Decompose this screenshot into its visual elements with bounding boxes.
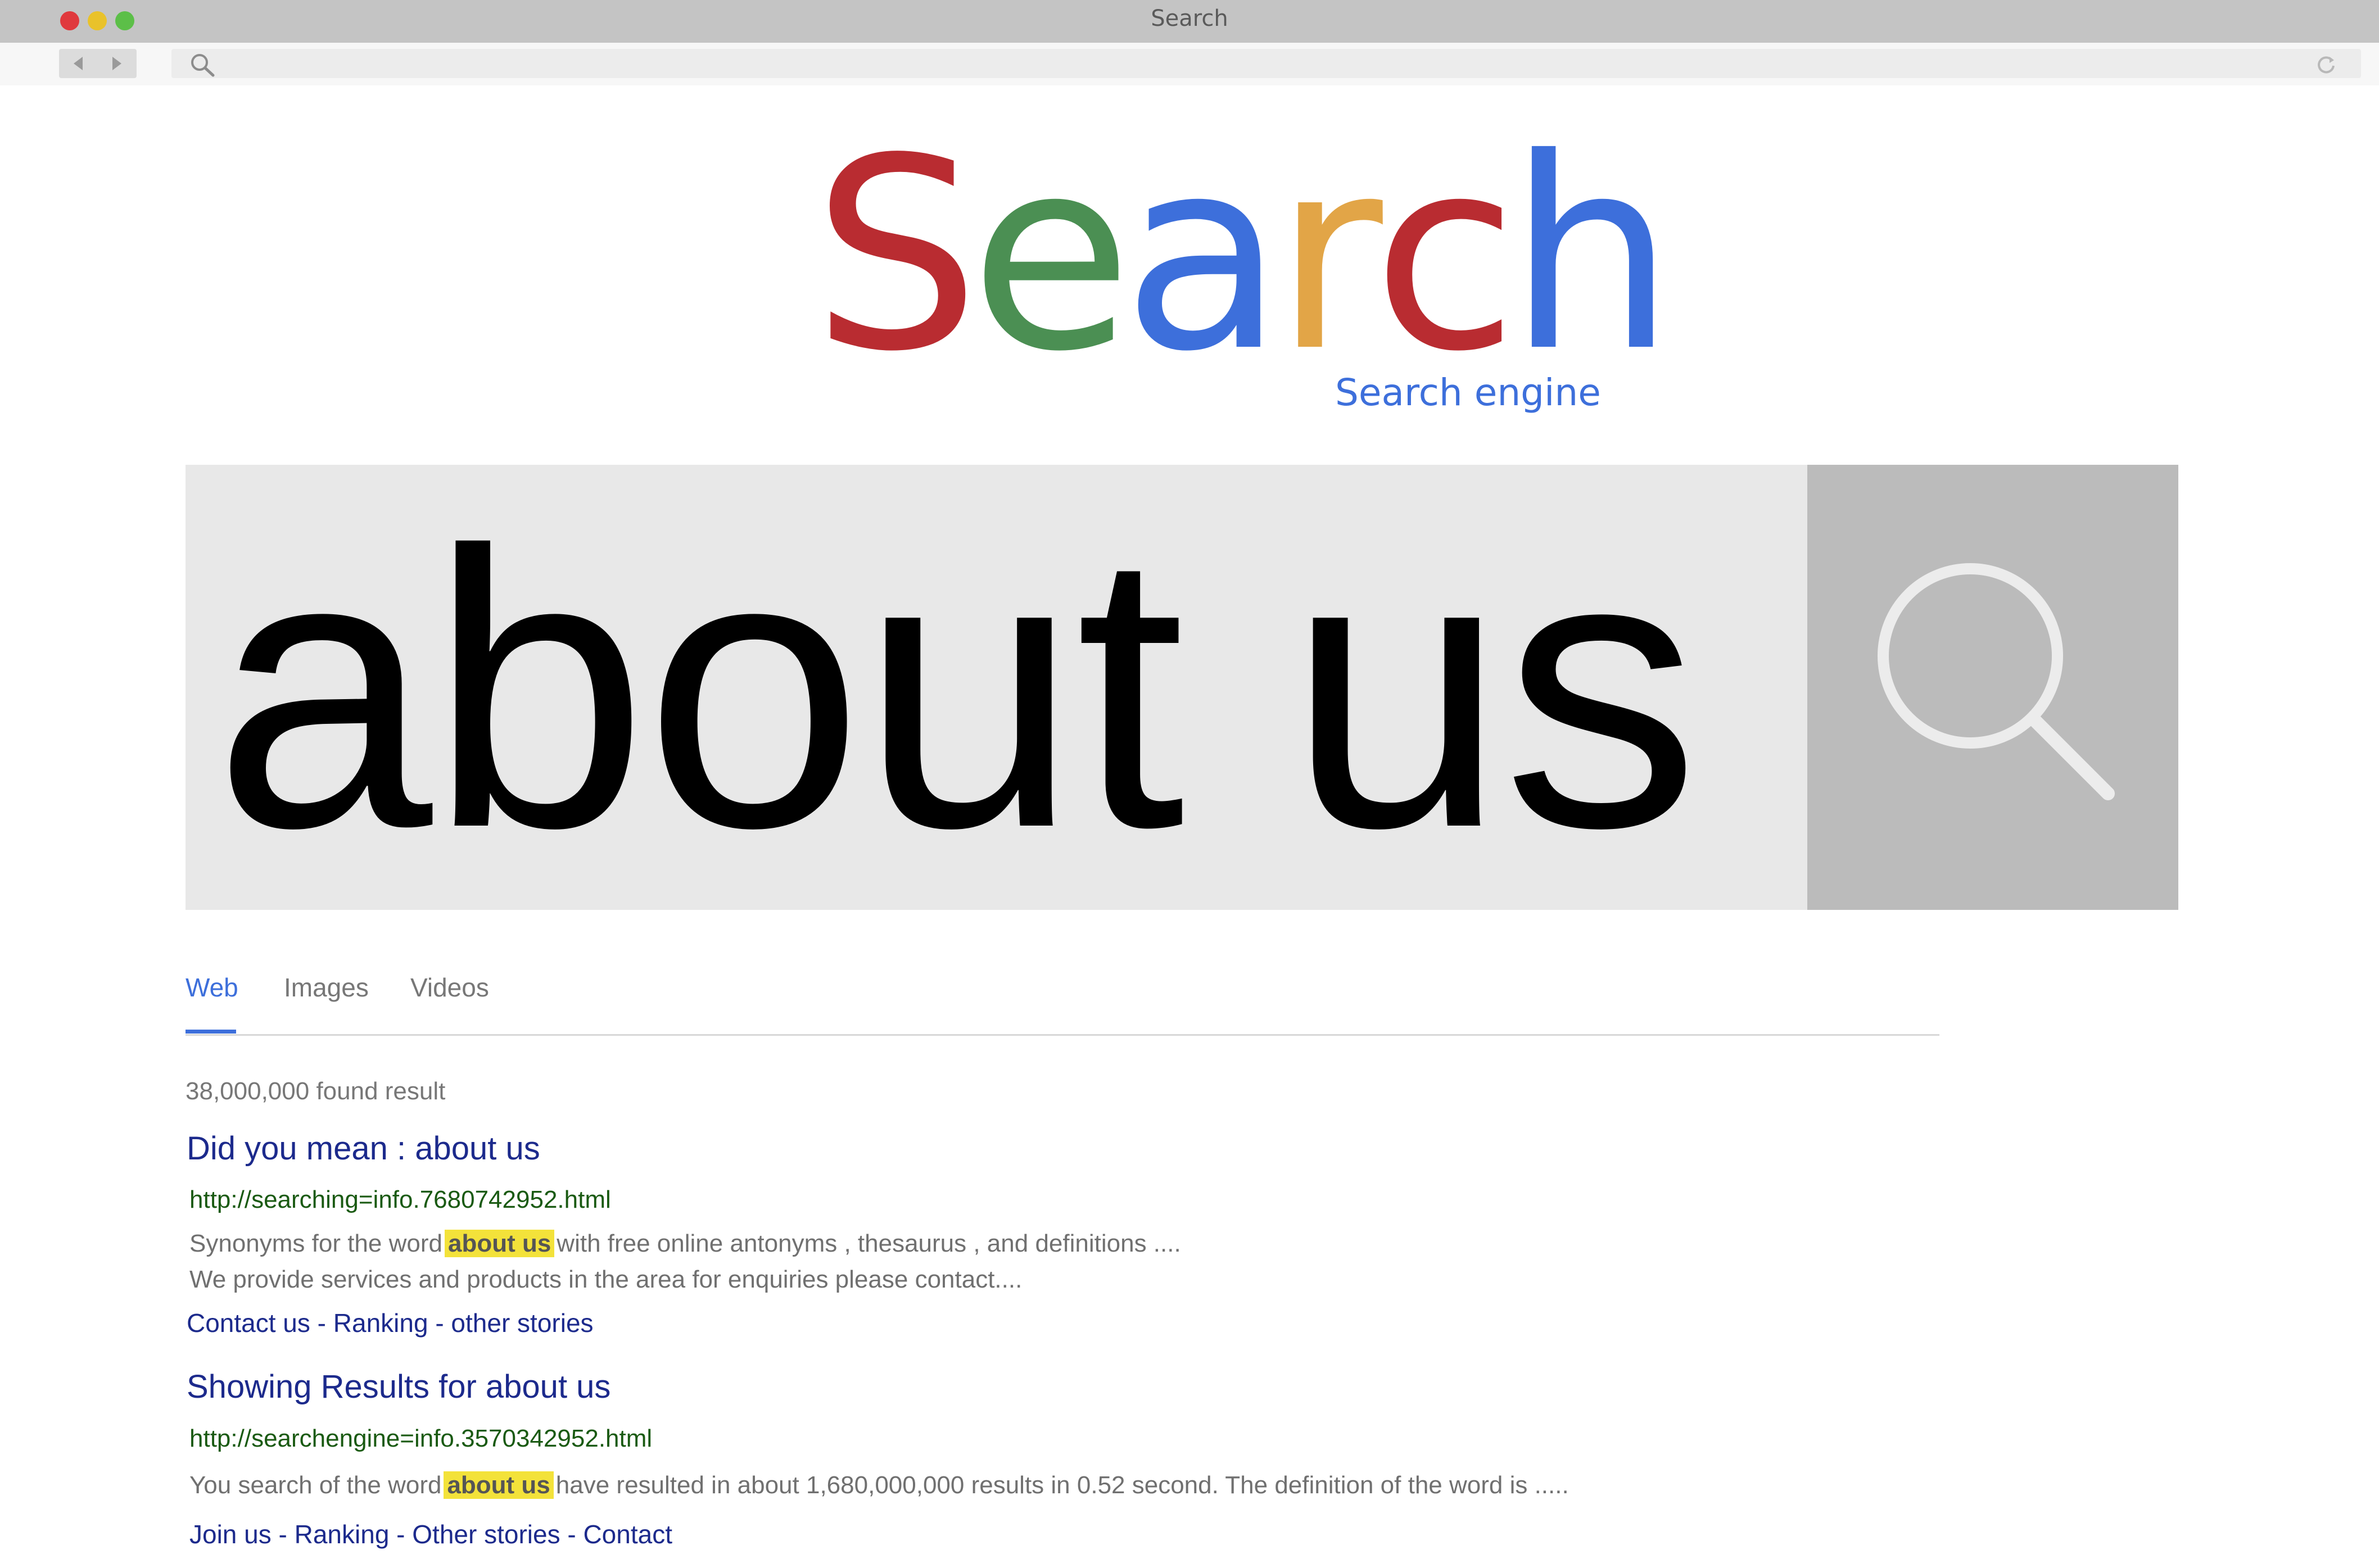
snippet-highlight: about us (444, 1471, 554, 1499)
search-query-text: about us (214, 493, 1700, 881)
tab-videos[interactable]: Videos (410, 972, 489, 1003)
logo-letter: r (1274, 102, 1383, 409)
result-title[interactable]: Showing Results for about us (187, 1368, 610, 1406)
logo-letter: e (970, 102, 1132, 409)
chevron-left-icon (74, 57, 83, 70)
logo-letter: a (1122, 102, 1285, 409)
back-button[interactable] (59, 49, 98, 78)
tab-web[interactable]: Web (186, 972, 238, 1003)
snippet-text: Synonyms for the word (189, 1230, 442, 1257)
snippet-text: with free online antonyms , thesaurus , … (557, 1230, 1181, 1257)
result-links[interactable]: Join us - Ranking - Other stories - Cont… (189, 1519, 672, 1549)
search-input[interactable]: about us (186, 465, 1807, 910)
active-tab-indicator (186, 1030, 236, 1034)
result-links[interactable]: Contact us - Ranking - other stories (187, 1308, 594, 1338)
result-snippet: You search of the word about us have resul… (189, 1471, 1569, 1499)
window-title: Search (1151, 6, 1228, 31)
address-bar[interactable] (171, 49, 2361, 78)
forward-button[interactable] (98, 49, 137, 78)
result-url[interactable]: http://searching=info.7680742952.html (189, 1186, 611, 1214)
snippet-highlight: about us (444, 1230, 555, 1257)
snippet-text: have resulted in about 1,680,000,000 res… (555, 1471, 1569, 1499)
nav-buttons (59, 49, 137, 78)
result-url[interactable]: http://searchengine=info.3570342952.html (189, 1425, 652, 1453)
logo-letter: h (1508, 102, 1675, 409)
tab-images[interactable]: Images (284, 972, 369, 1003)
browser-toolbar (0, 43, 2379, 85)
logo-letter: S (812, 102, 980, 409)
snippet-text: You search of the word (189, 1471, 442, 1499)
result-snippet: Synonyms for the word about us with free o… (189, 1230, 1181, 1258)
title-bar: Search (0, 0, 2379, 43)
chevron-right-icon (112, 57, 121, 70)
search-icon (191, 54, 215, 77)
search-button[interactable] (1807, 465, 2178, 910)
logo-letter: c (1372, 102, 1518, 409)
result-title[interactable]: Did you mean : about us (187, 1130, 540, 1167)
logo-tagline: Search engine (1335, 371, 1601, 414)
result-snippet-line2: We provide services and products in the … (189, 1266, 1023, 1293)
result-count: 38,000,000 found result (186, 1077, 446, 1105)
search-logo: Search (812, 124, 1675, 388)
result-tabs: Web Images Videos (186, 967, 1939, 1036)
search-icon (1878, 563, 2115, 800)
reload-icon[interactable] (2315, 55, 2337, 74)
